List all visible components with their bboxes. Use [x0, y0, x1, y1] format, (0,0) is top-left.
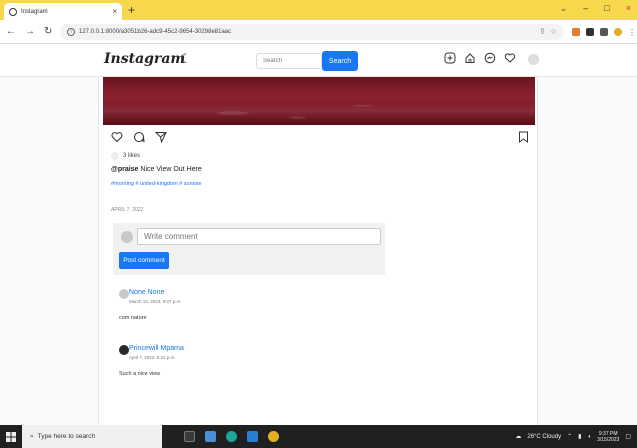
bookmark-icon[interactable]	[518, 131, 529, 143]
address-bar[interactable]: i 127.0.0.1:8000/a3051b26-adc9-45c2-9654…	[60, 23, 564, 40]
reload-icon[interactable]: ↻	[44, 26, 52, 37]
system-tray: ☁ 26°C Cloudy ⌃ ▮ ◖ 9:37 PM 3/15/2023 ▢	[515, 431, 637, 443]
app-navbar: Instagram ☾ Search	[0, 45, 637, 77]
post-tags[interactable]: #morning # united-kingdom # sunrise	[111, 181, 202, 187]
share-icon[interactable]: ⇪	[539, 27, 546, 36]
bookmark-star-icon[interactable]: ☆	[550, 27, 557, 36]
window-controls: ⌄ – □ ×	[560, 3, 631, 14]
file-explorer-icon[interactable]	[205, 431, 216, 442]
clock-time: 9:37 PM	[598, 430, 618, 437]
like-heart-icon[interactable]	[111, 131, 123, 143]
back-icon[interactable]: ←	[6, 26, 16, 37]
tab-close-icon[interactable]: ×	[112, 7, 117, 16]
task-view-icon[interactable]	[184, 431, 195, 442]
messenger-icon[interactable]	[484, 52, 496, 64]
comment-author[interactable]: None None	[129, 289, 164, 296]
likes-count[interactable]: 3 likes	[123, 153, 140, 159]
edge-browser-icon[interactable]	[226, 431, 237, 442]
heart-icon[interactable]	[504, 52, 516, 64]
comment-text: Such a nice view	[119, 371, 161, 377]
browser-toolbar: ← → ↻ i 127.0.0.1:8000/a3051b26-adc9-45c…	[0, 20, 637, 44]
search-input[interactable]	[256, 53, 322, 69]
taskbar-search-text[interactable]: Type here to search	[38, 433, 95, 440]
forward-icon[interactable]: →	[25, 26, 35, 37]
post-comment-button[interactable]: Post comment	[119, 252, 169, 269]
comment-time: March 15, 2023, 9:07 p.m.	[129, 299, 182, 304]
volume-icon[interactable]: ◖	[587, 434, 591, 440]
comment-input[interactable]	[137, 228, 381, 245]
extensions: ⋮	[572, 27, 636, 37]
menu-icon[interactable]: ⋮	[628, 28, 636, 37]
comment-time: April 7, 2022, 5:21 p.m.	[129, 355, 176, 360]
search-icon: ⌕	[30, 432, 34, 440]
network-icon[interactable]: ▮	[578, 433, 581, 440]
maximize-button[interactable]: □	[604, 3, 609, 14]
tab-title: Instagram	[21, 8, 48, 15]
browser-tab[interactable]: Instagram ×	[4, 3, 122, 20]
nav-buttons: ← → ↻	[6, 26, 60, 37]
start-button[interactable]	[0, 431, 22, 442]
clock-date: 3/15/2023	[597, 436, 620, 443]
post-date: APRIL 7, 2022	[111, 207, 144, 213]
comment-avatar	[119, 289, 129, 299]
caption-text: Nice View Out Here	[140, 166, 202, 173]
comment-icon[interactable]	[133, 131, 145, 143]
taskbar-apps	[184, 431, 279, 442]
liker-avatar	[111, 152, 119, 160]
post-actions	[111, 131, 167, 143]
profile-icon[interactable]	[614, 27, 622, 36]
post-username[interactable]: @praise	[111, 166, 138, 173]
profile-avatar[interactable]	[528, 54, 539, 65]
comment-text: com nature	[119, 315, 147, 321]
chrome-browser-icon[interactable]	[268, 431, 279, 442]
page-viewport: Instagram ☾ Search 3 likes @praise Nice …	[0, 45, 637, 425]
home-icon[interactable]	[464, 52, 476, 64]
close-window-button[interactable]: ×	[626, 3, 631, 14]
instagram-favicon-icon	[9, 7, 17, 16]
vscode-icon[interactable]	[247, 431, 258, 442]
windows-taskbar: ⌕ Type here to search ☁ 26°C Cloudy ⌃ ▮ …	[0, 425, 637, 448]
comment-avatar	[119, 345, 129, 355]
extensions-puzzle-icon[interactable]	[586, 27, 594, 36]
tab-list-icon[interactable]: ⌄	[560, 3, 568, 14]
tray-chevron-icon[interactable]: ⌃	[567, 433, 572, 440]
site-info-icon[interactable]: i	[67, 27, 75, 36]
browser-tab-bar: Instagram × + ⌄ – □ ×	[0, 0, 637, 20]
post-card: 3 likes @praise Nice View Out Here #morn…	[98, 77, 538, 425]
add-post-icon[interactable]	[444, 52, 456, 64]
nav-icons	[444, 52, 516, 64]
save-post[interactable]	[518, 131, 529, 145]
extension-fox-icon[interactable]	[572, 27, 580, 36]
new-tab-button[interactable]: +	[128, 3, 135, 17]
comment-form: Post comment	[113, 223, 385, 275]
post-caption: @praise Nice View Out Here	[111, 166, 202, 173]
app-logo[interactable]: Instagram	[104, 51, 185, 67]
comment-author[interactable]: Princewill Mpama	[129, 345, 184, 352]
share-send-icon[interactable]	[155, 131, 167, 143]
notifications-icon[interactable]: ▢	[625, 433, 631, 440]
likes-row: 3 likes	[111, 152, 140, 160]
post-image	[103, 77, 535, 125]
url-text[interactable]: 127.0.0.1:8000/a3051b26-adc9-45c2-9654-3…	[79, 29, 535, 35]
taskbar-search[interactable]: ⌕ Type here to search	[22, 425, 162, 448]
clock[interactable]: 9:37 PM 3/15/2023	[597, 431, 619, 443]
search-button[interactable]: Search	[322, 51, 358, 71]
weather-text[interactable]: 26°C Cloudy	[527, 434, 561, 440]
dark-mode-moon-icon[interactable]: ☾	[180, 51, 192, 67]
weather-cloud-icon: ☁	[515, 434, 522, 440]
windows-logo-icon	[6, 431, 16, 442]
sidebar-icon[interactable]	[600, 27, 608, 36]
minimize-button[interactable]: –	[583, 3, 588, 14]
commenter-avatar	[121, 231, 133, 243]
